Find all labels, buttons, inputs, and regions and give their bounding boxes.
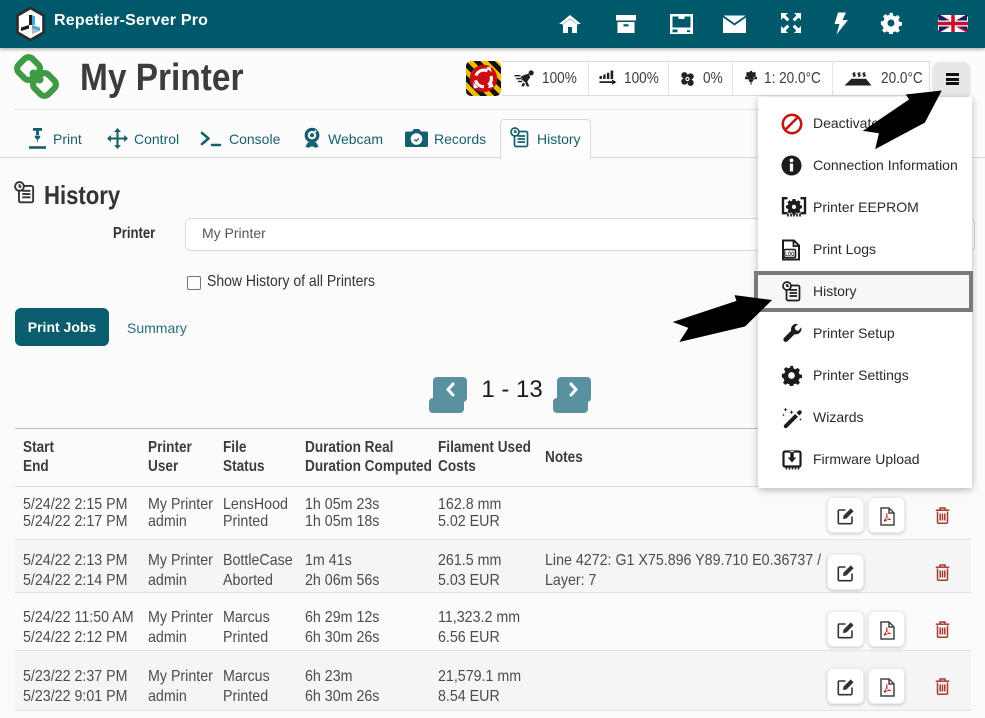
svg-text:LOG: LOG — [785, 252, 794, 258]
